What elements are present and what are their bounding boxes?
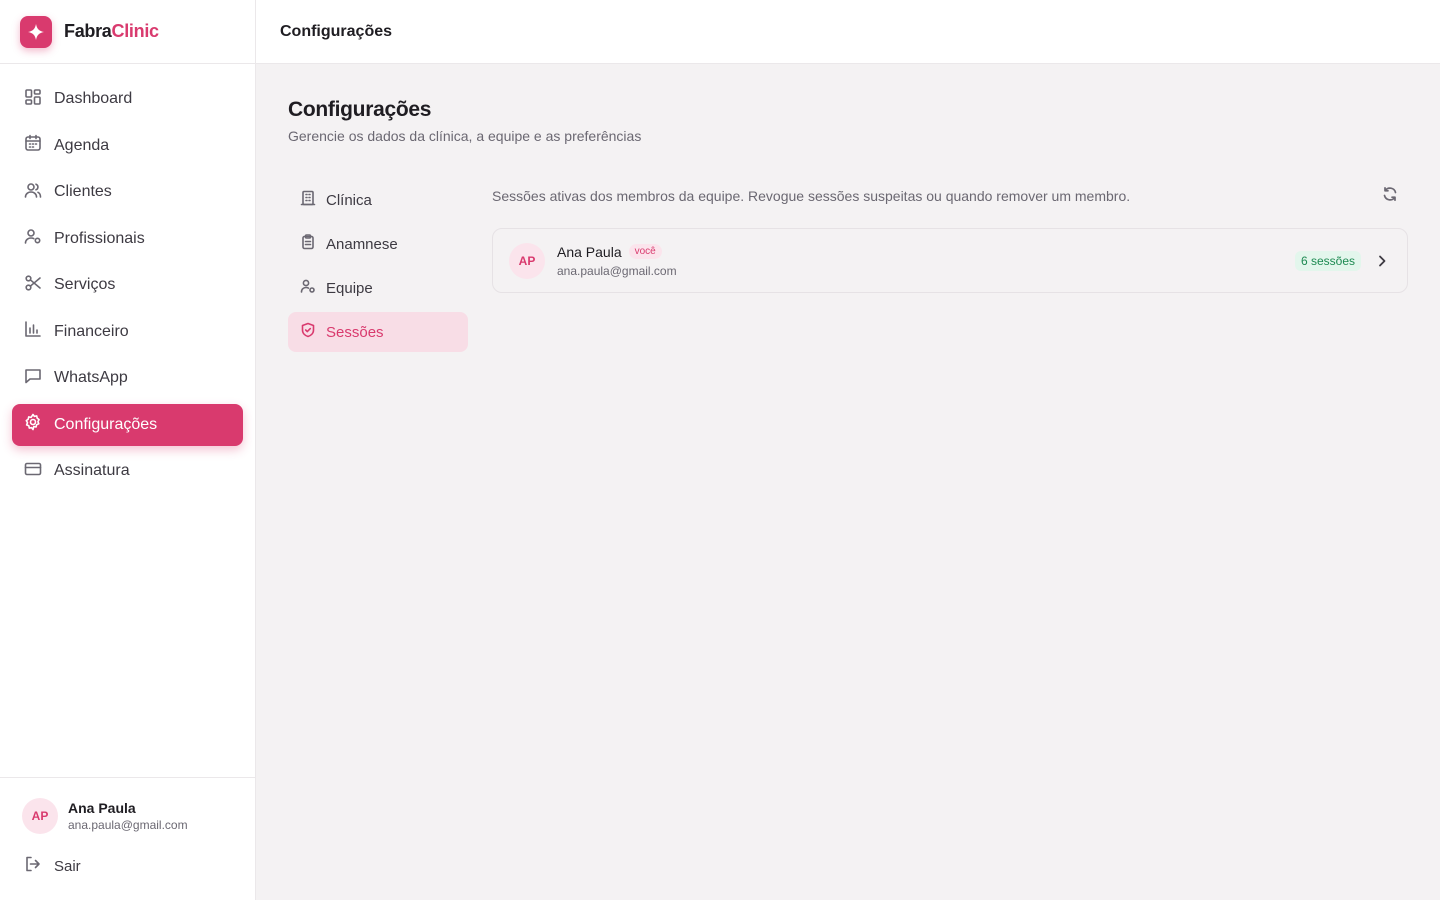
- shield-icon: [300, 322, 316, 342]
- brand-name-part2: Clinic: [111, 21, 160, 41]
- sidebar-item-profissionais[interactable]: Profissionais: [12, 218, 243, 260]
- sidebar-item-label: Serviços: [54, 276, 116, 293]
- member-session-card[interactable]: AP Ana Paula você ana.paula@gmail.com 6 …: [492, 228, 1408, 293]
- avatar: AP: [22, 798, 58, 834]
- member-email: ana.paula@gmail.com: [557, 263, 677, 278]
- clipboard-icon: [300, 234, 316, 254]
- users-icon: [24, 181, 42, 204]
- sidebar-item-whatsapp[interactable]: WhatsApp: [12, 357, 243, 399]
- user-cog-icon: [300, 278, 316, 298]
- sidebar-item-label: Financeiro: [54, 322, 129, 340]
- brand: FabraClinic: [0, 0, 255, 64]
- user-info: Ana Paula ana.paula@gmail.com: [68, 800, 188, 832]
- sidebar-item-label: Agenda: [54, 136, 110, 154]
- bar-chart-icon: [24, 320, 42, 343]
- tab-anamnese[interactable]: Anamnese: [288, 224, 468, 264]
- member-name: Ana Paula: [557, 243, 622, 260]
- sidebar-item-financeiro[interactable]: Financeiro: [12, 311, 243, 353]
- sidebar-item-label: Clientes: [54, 183, 112, 200]
- dashboard-icon: [24, 88, 42, 111]
- user-cog-icon: [24, 227, 42, 250]
- member-name-row: Ana Paula você: [557, 244, 1295, 260]
- sidebar-item-dashboard[interactable]: Dashboard: [12, 78, 243, 120]
- sidebar-item-agenda[interactable]: Agenda: [12, 125, 243, 167]
- logout-label: Sair: [54, 857, 81, 875]
- topbar-title: Configurações: [280, 22, 393, 40]
- member-info: Ana Paula você ana.paula@gmail.com: [557, 244, 1295, 278]
- brand-name: FabraClinic: [64, 21, 159, 42]
- brand-name-part1: Fabra: [64, 21, 112, 41]
- topbar: Configurações: [256, 0, 1440, 64]
- main-content: Configurações Gerencie os dados da clíni…: [288, 64, 1408, 352]
- subnav-item-label: Equipe: [326, 279, 373, 297]
- subnav-item-label: Sessões: [326, 323, 384, 341]
- subnav-item-label: Clínica: [326, 191, 372, 209]
- sidebar-footer: AP Ana Paula ana.paula@gmail.com Sair: [0, 777, 255, 900]
- sidebar-item-configuracoes[interactable]: Configurações: [12, 403, 243, 446]
- sessions-description: Sessões ativas dos membros da equipe. Re…: [492, 188, 1131, 204]
- sidebar-item-assinatura[interactable]: Assinatura: [12, 450, 243, 492]
- scissors-icon: [24, 274, 42, 297]
- avatar: AP: [509, 242, 545, 279]
- sidebar-item-servicos[interactable]: Serviços: [12, 264, 243, 306]
- sidebar-item-label: WhatsApp: [54, 369, 128, 386]
- sidebar: FabraClinic Dashboard Agenda Clientes Pr…: [0, 0, 256, 900]
- sidebar-item-label: Configurações: [54, 415, 158, 433]
- sessions-panel: Sessões ativas dos membros da equipe. Re…: [492, 184, 1408, 293]
- refresh-button[interactable]: [1380, 186, 1400, 206]
- sidebar-item-label: Dashboard: [54, 90, 133, 107]
- message-icon: [24, 367, 42, 390]
- tab-sessoes[interactable]: Sessões: [288, 312, 468, 352]
- logout-button[interactable]: Sair: [24, 855, 255, 877]
- credit-card-icon: [24, 460, 42, 483]
- sidebar-item-label: Profissionais: [54, 229, 145, 247]
- logout-icon: [24, 855, 42, 877]
- settings-subnav: Clínica Anamnese Equipe Sessões: [288, 180, 468, 356]
- sessions-count-badge: 6 sessões: [1294, 250, 1361, 271]
- sidebar-nav: Dashboard Agenda Clientes Profissionais …: [0, 64, 255, 492]
- tab-clinica[interactable]: Clínica: [288, 180, 468, 220]
- user-email: ana.paula@gmail.com: [68, 818, 188, 832]
- brand-logo-icon: [20, 15, 52, 48]
- you-badge: você: [628, 244, 662, 259]
- gear-icon: [24, 413, 42, 436]
- tab-equipe[interactable]: Equipe: [288, 268, 468, 308]
- refresh-icon: [1382, 186, 1398, 207]
- chevron-right-icon: [1375, 254, 1389, 268]
- sidebar-item-clientes[interactable]: Clientes: [12, 171, 243, 213]
- user-name: Ana Paula: [68, 800, 136, 816]
- building-icon: [300, 190, 316, 210]
- page-title: Configurações: [288, 98, 432, 121]
- page-subtitle: Gerencie os dados da clínica, a equipe e…: [288, 128, 642, 144]
- calendar-icon: [24, 134, 42, 157]
- current-user[interactable]: AP Ana Paula ana.paula@gmail.com: [22, 798, 255, 834]
- subnav-item-label: Anamnese: [326, 235, 398, 253]
- sidebar-item-label: Assinatura: [54, 462, 130, 479]
